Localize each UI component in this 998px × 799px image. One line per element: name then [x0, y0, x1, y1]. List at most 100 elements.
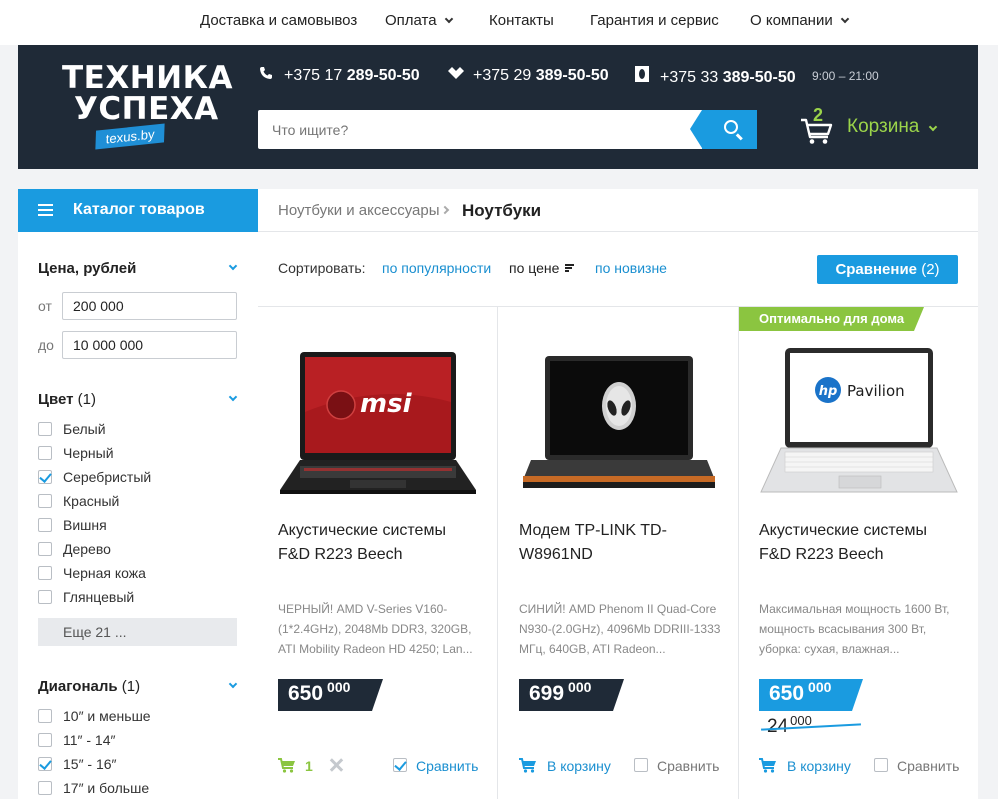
page-title: Ноутбуки	[462, 201, 542, 220]
chevron-down-icon[interactable]	[228, 679, 238, 689]
hp-logo-text: hp	[819, 384, 838, 399]
search-button[interactable]	[690, 110, 757, 149]
product-badge: Оптимально для дома	[739, 307, 924, 331]
compare-button[interactable]: Сравнение (2)	[817, 255, 958, 284]
add-to-cart-button[interactable]: В корзину	[787, 758, 851, 774]
msi-laptop-image[interactable]: msi	[278, 342, 478, 502]
filter-diagonal-count: (1)	[121, 678, 141, 695]
checkbox-checked[interactable]	[38, 757, 52, 771]
nav-payment[interactable]: Оплата	[385, 12, 453, 29]
price-small: 000	[568, 679, 592, 695]
compare-label[interactable]: Сравнить	[897, 758, 959, 774]
filter-diagonal-title[interactable]: Диагональ (1)	[38, 678, 140, 695]
checkbox[interactable]	[38, 446, 52, 460]
breadcrumb-parent[interactable]: Ноутбуки и аксессуары	[278, 202, 440, 219]
checkbox[interactable]	[38, 542, 52, 556]
product-title[interactable]: Акустические системы F&D R223 Beech	[759, 519, 959, 567]
breadcrumb: Ноутбуки и аксессуары Ноутбуки	[258, 189, 978, 232]
search-input[interactable]	[258, 110, 698, 149]
alienware-laptop-image[interactable]	[519, 342, 719, 502]
nav-contacts[interactable]: Контакты	[489, 12, 554, 29]
phone-number: 389-50-50	[722, 69, 796, 86]
cart-label: Корзина	[847, 116, 920, 137]
chevron-right-icon	[440, 205, 450, 215]
price-from-input[interactable]: 200 000	[62, 292, 237, 320]
product-title[interactable]: Модем TP-LINK TD-W8961ND	[519, 519, 719, 567]
compare-checkbox[interactable]	[874, 758, 888, 772]
compare-checkbox[interactable]	[393, 758, 407, 772]
logo-line-1: ТЕХНИКА	[62, 60, 233, 96]
chevron-down-icon[interactable]	[228, 261, 238, 271]
price-small: 000	[327, 679, 351, 695]
color-option-label: Вишня	[63, 517, 107, 533]
velcom-icon	[447, 66, 464, 85]
price-small: 000	[808, 679, 832, 695]
product-description: СИНИЙ! AMD Phenom II Quad-Core N930-(2.0…	[519, 602, 721, 656]
nav-about-label: О компании	[750, 12, 833, 29]
color-option-label: Красный	[63, 493, 120, 509]
phone-velcom[interactable]: +375 29 389-50-50	[447, 66, 609, 85]
chevron-down-icon	[444, 14, 453, 24]
checkbox[interactable]	[38, 781, 52, 795]
catalog-button[interactable]: Каталог товаров	[18, 189, 258, 232]
sort-label: Сортировать:	[278, 260, 366, 276]
nav-delivery[interactable]: Доставка и самовывоз	[200, 12, 357, 29]
phone-prefix: +375 33	[660, 69, 719, 86]
cart-icon[interactable]	[278, 757, 296, 773]
checkbox[interactable]	[38, 494, 52, 508]
search-bar	[258, 110, 757, 149]
chevron-down-icon[interactable]	[228, 392, 238, 402]
color-option-label: Глянцевый	[63, 589, 135, 605]
cart-icon[interactable]	[759, 757, 777, 773]
cart-count: 2	[813, 105, 824, 125]
compare-label[interactable]: Сравнить	[416, 758, 478, 774]
compare-button-label: Сравнение	[835, 261, 918, 278]
compare-label[interactable]: Сравнить	[657, 758, 719, 774]
checkbox[interactable]	[38, 566, 52, 580]
logo-line-2: УСПЕХА	[74, 91, 219, 127]
filter-color-count: (1)	[77, 391, 96, 408]
checkbox[interactable]	[38, 733, 52, 747]
checkbox[interactable]	[38, 590, 52, 604]
remove-from-cart-icon[interactable]	[328, 757, 344, 773]
diagonal-option-label: 15″ - 16″	[63, 756, 117, 772]
checkbox[interactable]	[38, 518, 52, 532]
product-price: 650 000	[759, 679, 863, 711]
price-to-input[interactable]: 10 000 000	[62, 331, 237, 359]
sort-by-newness[interactable]: по новизне	[595, 260, 667, 276]
nav-warranty[interactable]: Гарантия и сервис	[590, 12, 719, 29]
color-option-label: Дерево	[63, 541, 111, 557]
phone-mts[interactable]: +375 33 389-50-50	[634, 66, 796, 87]
filter-color-label: Цвет	[38, 391, 74, 408]
checkbox[interactable]	[38, 709, 52, 723]
phone-number: 289-50-50	[346, 67, 420, 84]
product-price: 699 000	[519, 679, 624, 711]
compare-checkbox[interactable]	[634, 758, 648, 772]
chevron-down-icon	[840, 14, 849, 24]
filter-price-title[interactable]: Цена, рублей	[38, 260, 136, 277]
nav-about[interactable]: О компании	[750, 12, 849, 29]
sort-by-popularity[interactable]: по популярности	[382, 260, 491, 276]
hp-pavilion-laptop-image[interactable]: hp Pavilion	[759, 342, 959, 502]
sort-bar: Сортировать: по популярности по цене по …	[258, 233, 978, 307]
cart-icon[interactable]	[519, 757, 537, 773]
site-logo[interactable]: ТЕХНИКА УСПЕХА texus.by	[62, 63, 232, 151]
show-more-colors-button[interactable]: Еще 21 ...	[38, 618, 237, 646]
checkbox[interactable]	[38, 422, 52, 436]
product-title[interactable]: Акустические системы F&D R223 Beech	[278, 519, 478, 567]
filter-sidebar: Цена, рублей от 200 000 до 10 000 000 Цв…	[18, 232, 258, 799]
diagonal-option-label: 10″ и меньше	[63, 708, 151, 724]
filter-color-title[interactable]: Цвет (1)	[38, 391, 96, 408]
sort-by-price[interactable]: по цене	[509, 260, 559, 276]
phone-landline[interactable]: +375 17 289-50-50	[258, 66, 420, 85]
product-actions: В корзину Сравнить	[759, 757, 959, 777]
cart-widget[interactable]: 2 Корзина	[800, 105, 960, 151]
add-to-cart-button[interactable]: В корзину	[547, 758, 611, 774]
color-option-label: Черный	[63, 445, 114, 461]
checkbox-checked[interactable]	[38, 470, 52, 484]
phone-prefix: +375 17	[284, 67, 343, 84]
price-to-label: до	[38, 337, 54, 353]
nav-payment-label: Оплата	[385, 12, 437, 29]
pavilion-brand-text: Pavilion	[847, 382, 905, 400]
product-actions: В корзину Сравнить	[519, 757, 719, 777]
